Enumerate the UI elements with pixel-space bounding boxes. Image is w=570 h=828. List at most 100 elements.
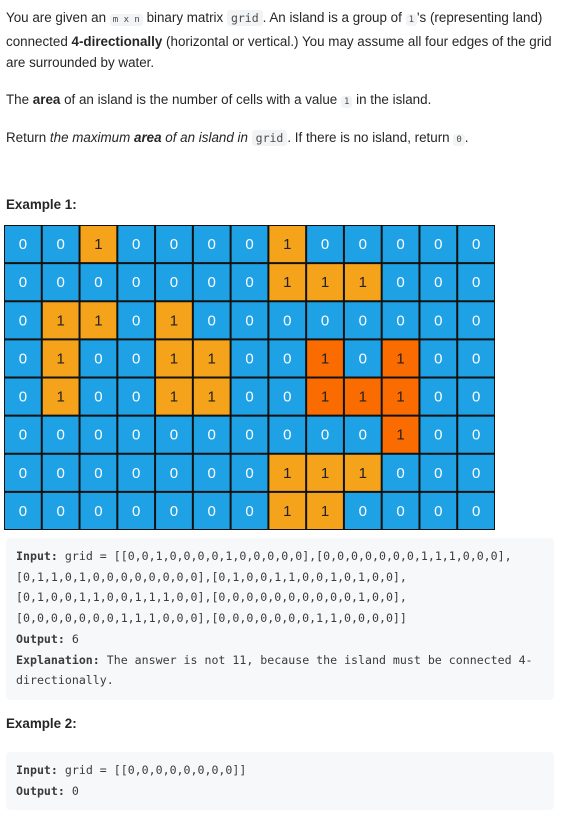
grid-cell-value: 0 <box>56 503 64 520</box>
grid-cell-value: 0 <box>321 236 329 253</box>
grid-cell-value: 1 <box>170 350 178 367</box>
grid-cell-value: 0 <box>245 465 253 482</box>
input-label: Input: <box>16 549 58 563</box>
grid-cell-value: 1 <box>170 312 178 329</box>
grid-cell-value: 0 <box>283 389 291 406</box>
grid-cell-value: 0 <box>170 465 178 482</box>
grid-cell-value: 1 <box>396 389 404 406</box>
grid-cell-value: 0 <box>19 274 27 291</box>
grid-cell-value: 0 <box>94 389 102 406</box>
grid-cell-value: 1 <box>359 389 367 406</box>
island-grid-svg: 0 0 1 0 0 0 0 1 0 0 0 0 0 0 0 0 0 0 0 0 1 1 1 0 0 0 0 1 1 0 1 0 0 0 0 0 0 0 0 0… <box>4 225 495 530</box>
grid-cell-value: 0 <box>132 465 140 482</box>
example-2-label: Example 2: <box>6 716 77 731</box>
grid-cell-value: 1 <box>283 503 291 520</box>
grid-cell-value: 0 <box>132 427 140 444</box>
grid-cell-value: 0 <box>19 312 27 329</box>
grid-cell-value: 0 <box>359 312 367 329</box>
grid-cell-value: 0 <box>170 503 178 520</box>
grid-cell-value: 0 <box>245 503 253 520</box>
grid-cell-value: 0 <box>208 236 216 253</box>
grid-cell-value: 0 <box>19 350 27 367</box>
grid-cell-value: 0 <box>132 350 140 367</box>
problem-content: You are given an m x n binary matrix gri… <box>6 7 562 212</box>
grid-cell-value: 0 <box>245 389 253 406</box>
grid-cell-value: 1 <box>359 465 367 482</box>
grid-cell-value: 1 <box>321 465 329 482</box>
grid-cell-value: 1 <box>321 503 329 520</box>
grid-cell-value: 0 <box>472 427 480 444</box>
grid-cell-value: 0 <box>56 274 64 291</box>
grid-cell-value: 0 <box>434 236 442 253</box>
grid-cell-value: 0 <box>19 465 27 482</box>
grid-cell-value: 0 <box>472 503 480 520</box>
grid-cell-value: 0 <box>94 503 102 520</box>
grid-cell-value: 1 <box>56 350 64 367</box>
grid-cell-value: 0 <box>321 312 329 329</box>
grid-cell-value: 0 <box>245 274 253 291</box>
inline-code-grid: grid <box>226 10 263 26</box>
grid-cell-value: 1 <box>283 465 291 482</box>
text: Return <box>6 130 50 145</box>
grid-cell-value: 0 <box>434 465 442 482</box>
grid-cell-value: 0 <box>245 350 253 367</box>
grid-cell-value: 0 <box>56 465 64 482</box>
grid-cell-value: 1 <box>94 312 102 329</box>
input-value: grid = [[0,0,1,0,0,0,0,1,0,0,0,0,0],[0,0… <box>16 549 512 626</box>
grid-cell-value: 1 <box>208 389 216 406</box>
description-paragraph-2: The area of an island is the number of c… <box>6 89 562 113</box>
grid-cell-value: 0 <box>56 427 64 444</box>
grid-cell-value: 0 <box>19 427 27 444</box>
grid-cell-value: 0 <box>472 312 480 329</box>
grid-cell-value: 0 <box>19 389 27 406</box>
input-label: Input: <box>16 763 58 777</box>
grid-cell-value: 0 <box>132 274 140 291</box>
grid-cell-value: 0 <box>396 236 404 253</box>
grid-cell-value: 1 <box>321 350 329 367</box>
grid-cell-value: 0 <box>283 427 291 444</box>
grid-cell-value: 0 <box>94 350 102 367</box>
input-value: grid = [[0,0,0,0,0,0,0,0]] <box>64 763 247 777</box>
grid-cell-value: 0 <box>132 236 140 253</box>
text: binary matrix <box>142 10 227 25</box>
description-paragraph-3: Return the maximum area of an island in … <box>6 127 562 151</box>
grid-cell-value: 1 <box>283 236 291 253</box>
inline-code-one: 1 <box>405 14 417 26</box>
grid-cell-value: 0 <box>359 427 367 444</box>
grid-cell-value: 0 <box>208 465 216 482</box>
text: . An island is a group of <box>262 10 406 25</box>
grid-cell-value: 0 <box>56 236 64 253</box>
grid-cell-value: 1 <box>321 274 329 291</box>
description-paragraph-1: You are given an m x n binary matrix gri… <box>6 7 562 70</box>
grid-cell-value: 0 <box>434 503 442 520</box>
grid-cell-value: 0 <box>245 312 253 329</box>
grid-cell-value: 0 <box>19 503 27 520</box>
grid-cell-value: 0 <box>472 465 480 482</box>
italic-text: of an island in <box>161 130 252 145</box>
output-value: 0 <box>71 783 79 798</box>
island-grid-figure: 0 0 1 0 0 0 0 1 0 0 0 0 0 0 0 0 0 0 0 0 1 1 1 0 0 0 0 1 1 0 1 0 0 0 0 0 0 0 0 0… <box>4 225 495 530</box>
explanation-label: Explanation: <box>16 652 100 667</box>
grid-cell-value: 0 <box>434 389 442 406</box>
grid-cell-value: 0 <box>94 274 102 291</box>
inline-code-zero: 0 <box>453 134 465 146</box>
text: in the island. <box>352 92 432 107</box>
grid-cell-value: 1 <box>359 274 367 291</box>
grid-cell-value: 0 <box>208 503 216 520</box>
grid-cell-value: 1 <box>56 312 64 329</box>
bold-italic-area: area <box>134 130 162 145</box>
grid-cell-value: 0 <box>170 274 178 291</box>
text: . <box>464 130 469 145</box>
grid-cell-value: 0 <box>321 427 329 444</box>
grid-cell-value: 0 <box>396 274 404 291</box>
grid-cell-value: 0 <box>208 427 216 444</box>
grid-cell-value: 0 <box>132 503 140 520</box>
text: of an island is the number of cells with… <box>60 92 341 107</box>
grid-cell-value: 1 <box>208 350 216 367</box>
grid-cell-value: 0 <box>19 236 27 253</box>
grid-cell-value: 0 <box>434 312 442 329</box>
grid-cell-value: 0 <box>396 503 404 520</box>
example-2-code-block: Input: grid = [[0,0,0,0,0,0,0,0]] Output… <box>6 752 554 810</box>
grid-cell-value: 0 <box>170 427 178 444</box>
grid-cell-value: 0 <box>359 503 367 520</box>
